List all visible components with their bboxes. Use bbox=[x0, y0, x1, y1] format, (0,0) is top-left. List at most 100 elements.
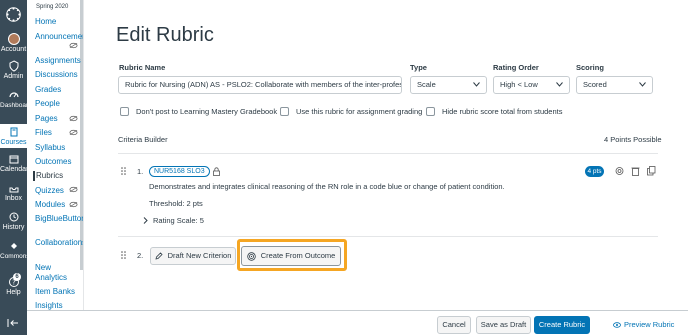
commons-icon bbox=[10, 243, 17, 249]
nav-courses-label: Courses bbox=[0, 139, 27, 146]
scoring-label: Scoring bbox=[576, 63, 604, 72]
eye-off-icon bbox=[69, 115, 78, 122]
clock-icon bbox=[9, 212, 18, 222]
rating-order-label: Rating Order bbox=[493, 63, 539, 72]
type-select[interactable]: Scale bbox=[410, 76, 487, 94]
chevron-down-icon bbox=[639, 82, 646, 87]
nav-inbox[interactable]: Inbox bbox=[0, 182, 27, 203]
course-nav-rubrics[interactable]: Rubrics bbox=[33, 171, 81, 181]
preview-rubric-link[interactable]: Preview Rubric bbox=[613, 320, 674, 329]
scoring-select[interactable]: Scored bbox=[576, 76, 653, 94]
term-label: Spring 2020 bbox=[36, 4, 69, 10]
rating-scale-toggle[interactable]: Rating Scale: 5 bbox=[143, 216, 204, 225]
rating-scale-label: Rating Scale: 5 bbox=[153, 216, 204, 225]
divider bbox=[118, 236, 658, 237]
page-title: Edit Rubric bbox=[116, 24, 214, 46]
course-nav-assignments[interactable]: Assignments bbox=[35, 56, 83, 66]
nav-help-label: Help bbox=[6, 289, 21, 296]
eye-off-icon bbox=[69, 129, 78, 136]
course-nav-collaborations[interactable]: Collaborations bbox=[35, 238, 83, 248]
eye-off-icon bbox=[69, 201, 78, 208]
outcome-icon[interactable] bbox=[615, 166, 624, 176]
course-nav-bigbluebutton[interactable]: BigBlueButton bbox=[35, 214, 83, 224]
nav-history[interactable]: History bbox=[0, 211, 27, 232]
canvas-app: Account Admin Dashboard Courses Calendar… bbox=[0, 0, 688, 335]
checkbox-box[interactable] bbox=[120, 107, 129, 116]
canvas-logo-icon[interactable] bbox=[5, 6, 22, 23]
course-nav-new-analytics[interactable]: New Analytics bbox=[35, 263, 83, 283]
trash-icon[interactable] bbox=[631, 166, 640, 176]
checkbox-box[interactable] bbox=[280, 107, 289, 116]
nav-commons[interactable]: Commons bbox=[0, 240, 30, 261]
criterion-threshold: Threshold: 2 pts bbox=[149, 199, 203, 208]
course-nav-syllabus[interactable]: Syllabus bbox=[35, 143, 83, 153]
nav-courses[interactable]: Courses bbox=[0, 124, 27, 148]
criterion-number: 2. bbox=[137, 251, 144, 260]
course-nav-home[interactable]: Home bbox=[35, 17, 83, 27]
nav-help[interactable]: 6 ? Help bbox=[0, 273, 27, 297]
course-nav-item-banks[interactable]: Item Banks bbox=[35, 287, 83, 297]
eye-off-icon bbox=[69, 186, 78, 193]
global-nav: Account Admin Dashboard Courses Calendar… bbox=[0, 0, 32, 335]
course-nav-announcements[interactable]: Announcements bbox=[35, 32, 83, 42]
points-possible: 4 Points Possible bbox=[604, 135, 662, 144]
course-nav-discussions[interactable]: Discussions bbox=[35, 70, 83, 80]
points-pill: 4 pts bbox=[585, 166, 604, 177]
shield-icon bbox=[9, 60, 18, 72]
rubric-name-input[interactable]: Rubric for Nursing (ADN) AS - PSLO2: Col… bbox=[118, 76, 402, 94]
help-badge: 6 bbox=[13, 273, 21, 281]
mastery-gradebook-checkbox[interactable]: Don't post to Learning Mastery Gradebook bbox=[120, 107, 277, 116]
drag-handle-icon[interactable] bbox=[121, 251, 126, 259]
nav-admin[interactable]: Admin bbox=[0, 60, 27, 81]
course-nav: Spring 2020 Home Announcements Assignmen… bbox=[27, 0, 84, 335]
create-rubric-button[interactable]: Create Rubric bbox=[534, 316, 590, 334]
criterion-number: 1. bbox=[137, 167, 144, 176]
chevron-right-icon bbox=[143, 217, 148, 224]
divider bbox=[118, 153, 658, 154]
course-nav-outcomes[interactable]: Outcomes bbox=[35, 157, 83, 167]
assignment-grading-checkbox[interactable]: Use this rubric for assignment grading bbox=[280, 107, 422, 116]
main-content: Edit Rubric Rubric Name Rubric for Nursi… bbox=[85, 0, 688, 335]
scoring-value: Scored bbox=[583, 80, 607, 89]
hide-score-label: Hide rubric score total from students bbox=[442, 107, 563, 116]
hide-score-checkbox[interactable]: Hide rubric score total from students bbox=[426, 107, 562, 116]
chevron-down-icon bbox=[556, 82, 563, 87]
eye-off-icon bbox=[69, 42, 78, 49]
rubric-name-label: Rubric Name bbox=[119, 63, 166, 72]
nav-calendar-label: Calendar bbox=[0, 166, 29, 173]
criterion-description: Demonstrates and integrates clinical rea… bbox=[149, 182, 505, 191]
lock-icon bbox=[213, 167, 220, 176]
type-select-value: Scale bbox=[417, 80, 436, 89]
collapse-nav-icon[interactable] bbox=[7, 318, 20, 328]
draft-new-criterion-label: Draft New Criterion bbox=[167, 251, 232, 260]
rating-order-select[interactable]: High < Low bbox=[493, 76, 570, 94]
draft-new-criterion-button[interactable]: Draft New Criterion bbox=[150, 247, 236, 265]
course-nav-people[interactable]: People bbox=[35, 99, 83, 109]
nav-history-label: History bbox=[2, 224, 25, 231]
avatar bbox=[7, 33, 20, 45]
save-as-draft-button[interactable]: Save as Draft bbox=[476, 316, 531, 334]
eye-icon bbox=[613, 321, 621, 328]
checkbox-box[interactable] bbox=[426, 107, 435, 116]
calendar-icon bbox=[9, 155, 18, 164]
pencil-icon bbox=[155, 252, 163, 260]
assignment-grading-label: Use this rubric for assignment grading bbox=[296, 107, 423, 116]
mastery-gradebook-label: Don't post to Learning Mastery Gradebook bbox=[136, 107, 278, 116]
nav-commons-label: Commons bbox=[0, 253, 30, 260]
cancel-button[interactable]: Cancel bbox=[437, 316, 471, 334]
nav-calendar[interactable]: Calendar bbox=[0, 153, 29, 174]
nav-inbox-label: Inbox bbox=[4, 195, 23, 202]
course-nav-grades[interactable]: Grades bbox=[35, 85, 83, 95]
duplicate-icon[interactable] bbox=[647, 166, 656, 176]
criteria-builder-title: Criteria Builder bbox=[118, 135, 168, 144]
nav-dashboard[interactable]: Dashboard bbox=[0, 89, 32, 110]
drag-handle-icon[interactable] bbox=[121, 167, 126, 175]
book-icon bbox=[10, 127, 17, 137]
dashboard-icon bbox=[8, 92, 19, 98]
nav-account[interactable]: Account bbox=[0, 33, 27, 54]
nav-admin-label: Admin bbox=[3, 73, 24, 80]
outcome-tag: NUR5168 SLO3 bbox=[149, 166, 210, 177]
nav-account-label: Account bbox=[0, 46, 27, 53]
preview-rubric-label: Preview Rubric bbox=[624, 320, 675, 329]
rating-order-value: High < Low bbox=[500, 80, 538, 89]
